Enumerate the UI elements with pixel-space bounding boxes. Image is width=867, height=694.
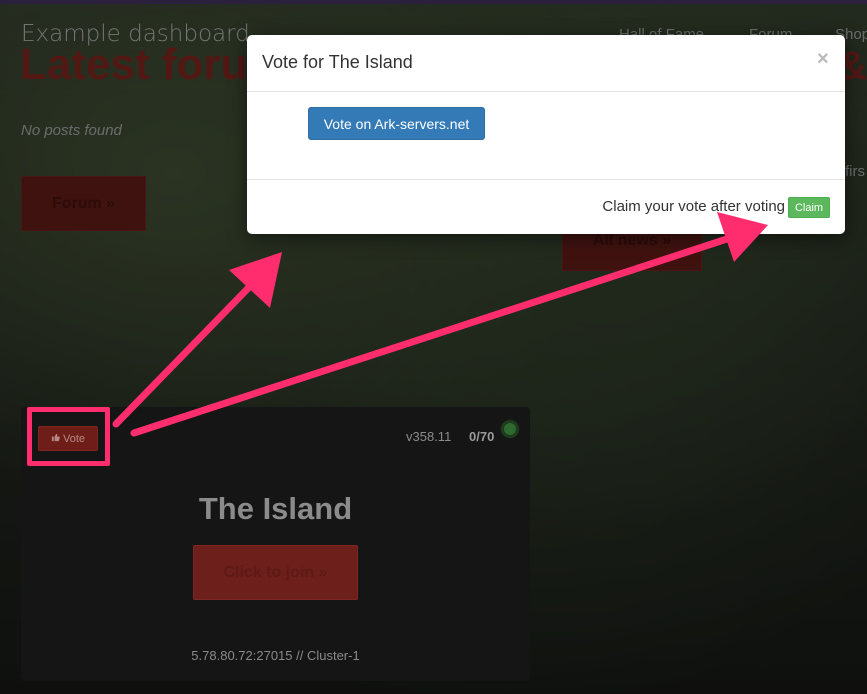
arrow-to-modal (112, 252, 282, 428)
arrow-to-claim (130, 212, 768, 437)
annotation-arrows (112, 212, 768, 437)
